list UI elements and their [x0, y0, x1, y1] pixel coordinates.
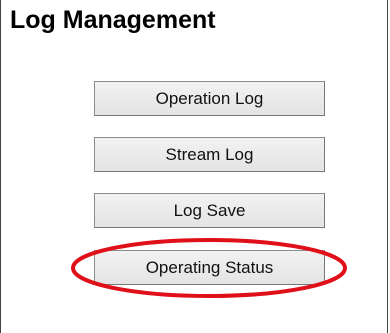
operation-log-button[interactable]: Operation Log [94, 81, 325, 116]
log-management-panel: Log Management Operation Log Stream Log … [0, 0, 388, 333]
panel-title: Log Management [10, 6, 216, 34]
stream-log-button[interactable]: Stream Log [94, 137, 325, 172]
log-save-button[interactable]: Log Save [94, 193, 325, 228]
operating-status-button[interactable]: Operating Status [94, 250, 325, 285]
